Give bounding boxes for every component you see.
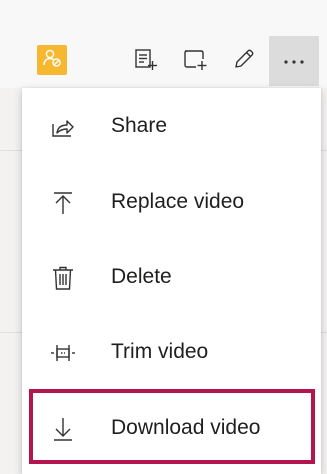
more-icon (282, 54, 306, 69)
menu-item-label: Replace video (111, 190, 245, 213)
pencil-button[interactable] (228, 44, 260, 76)
page: Share Replace video Delete Trim video Do… (0, 0, 327, 474)
trim-icon (50, 340, 76, 366)
context-menu: Share Replace video Delete Trim video Do… (22, 88, 321, 474)
menu-item-trim-video[interactable]: Trim video (22, 314, 321, 390)
user-blocked-icon (42, 48, 62, 73)
add-note-button[interactable] (129, 44, 161, 76)
menu-item-label: Delete (111, 265, 172, 288)
upload-icon (50, 190, 76, 216)
add-shape-icon (182, 47, 208, 74)
add-note-icon (133, 47, 157, 74)
menu-item-label: Download video (111, 416, 261, 439)
add-shape-button[interactable] (179, 44, 211, 76)
avatar[interactable] (37, 45, 67, 75)
trash-icon (50, 265, 76, 291)
download-icon (50, 416, 76, 442)
share-icon (50, 114, 76, 140)
more-options-button[interactable] (269, 36, 319, 86)
menu-item-replace-video[interactable]: Replace video (22, 164, 321, 240)
menu-item-share[interactable]: Share (22, 88, 321, 164)
toolbar (0, 0, 327, 88)
pencil-icon (232, 47, 256, 74)
menu-item-download-video[interactable]: Download video (22, 390, 321, 466)
menu-item-delete[interactable]: Delete (22, 239, 321, 315)
menu-item-label: Trim video (111, 340, 209, 363)
menu-item-label: Share (111, 114, 168, 137)
